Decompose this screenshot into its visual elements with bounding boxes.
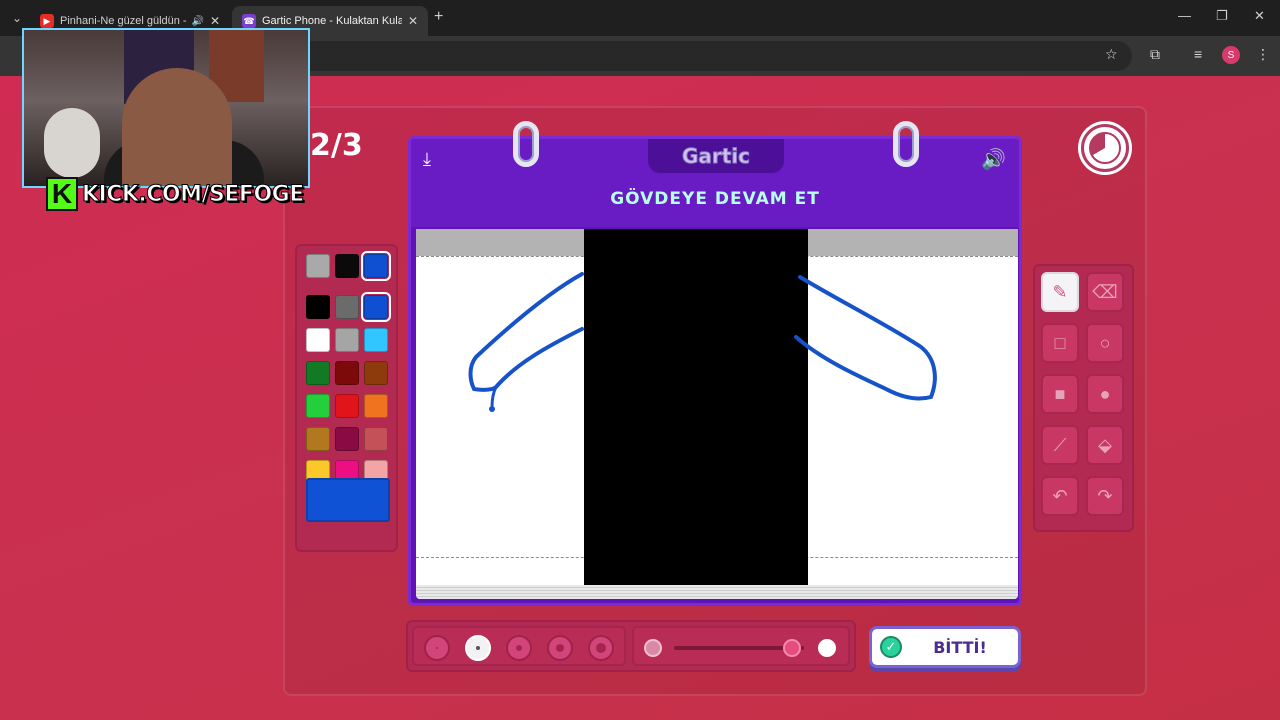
board-header: ⤓ Gartic 🔊 GÖVDEYE DEVAM ET <box>411 139 1019 227</box>
sound-icon[interactable]: 🔊 <box>981 147 1006 172</box>
black-body-shape <box>584 229 808 585</box>
extensions-icon[interactable]: ⧉ <box>1150 46 1160 63</box>
audio-playing-icon[interactable]: 🔊 <box>191 16 203 27</box>
close-icon[interactable]: ✕ <box>408 14 418 28</box>
restore-button[interactable]: ❐ <box>1216 8 1228 24</box>
color-swatch[interactable] <box>306 427 330 451</box>
redo-tool-button[interactable]: ↷ <box>1086 476 1124 516</box>
color-swatch[interactable] <box>335 394 359 418</box>
brush-size-option[interactable] <box>588 635 614 661</box>
ellipse-outline-tool-button[interactable]: ○ <box>1086 323 1124 363</box>
drawing-board: ⤓ Gartic 🔊 GÖVDEYE DEVAM ET <box>408 121 1022 606</box>
teddy-bear <box>44 108 100 178</box>
close-icon[interactable]: ✕ <box>210 14 220 28</box>
paper-pages-edge <box>416 585 1018 599</box>
brush-size-group <box>412 626 626 666</box>
opacity-min-icon <box>644 639 662 657</box>
webcam-overlay <box>22 28 310 188</box>
rectangle-outline-tool-button[interactable]: □ <box>1041 323 1079 363</box>
brush-size-option[interactable] <box>424 635 450 661</box>
fill-bucket-tool-button[interactable]: ⬙ <box>1086 425 1124 465</box>
gartic-logo: Gartic <box>648 139 784 173</box>
color-palette <box>295 244 398 552</box>
color-swatch[interactable] <box>335 361 359 385</box>
done-label: BİTTİ! <box>933 637 987 657</box>
round-counter: 2/3 <box>310 128 363 163</box>
rectangle-fill-tool-button[interactable]: ■ <box>1041 374 1079 414</box>
color-swatch[interactable] <box>364 328 388 352</box>
color-swatch[interactable] <box>306 394 330 418</box>
new-tab-button[interactable]: + <box>434 8 443 26</box>
color-swatch[interactable] <box>306 361 330 385</box>
brush-size-option[interactable] <box>506 635 532 661</box>
tab-title: Pinhani-Ne güzel güldün - <box>60 15 187 27</box>
tab-title: Gartic Phone - Kulaktan Kulağa <box>262 15 402 27</box>
left-arm-stroke <box>468 272 584 392</box>
minimize-button[interactable]: — <box>1178 8 1191 23</box>
color-swatch[interactable] <box>361 292 391 322</box>
eraser-tool-button[interactable]: ⌫ <box>1086 272 1124 312</box>
color-swatch[interactable] <box>306 328 330 352</box>
opacity-slider[interactable] <box>632 626 850 666</box>
download-icon[interactable]: ⤓ <box>423 149 445 171</box>
chevron-down-icon: ⌄ <box>11 11 23 25</box>
pencil-tool-button[interactable]: ✎ <box>1041 272 1079 312</box>
undo-tool-button[interactable]: ↶ <box>1041 476 1079 516</box>
binder-ring <box>893 121 919 167</box>
brush-size-option[interactable] <box>465 635 491 661</box>
more-menu-icon[interactable]: ⋮ <box>1256 46 1270 63</box>
color-swatch[interactable] <box>306 295 330 319</box>
kick-logo-icon: K <box>46 177 78 211</box>
media-controls-icon[interactable]: ≡ <box>1194 46 1202 62</box>
color-swatch[interactable] <box>364 427 388 451</box>
drawing-canvas[interactable] <box>416 229 1018 599</box>
kick-channel-text: KICK.COM/SEFOGE <box>82 181 305 207</box>
phone-icon: ☎ <box>242 14 256 28</box>
current-color-preview[interactable] <box>306 478 390 522</box>
color-swatch[interactable] <box>335 254 359 278</box>
drawing-prompt: GÖVDEYE DEVAM ET <box>610 189 820 209</box>
color-swatch[interactable] <box>335 328 359 352</box>
ellipse-fill-tool-button[interactable]: ● <box>1086 374 1124 414</box>
tool-panel: ✎ ⌫ □ ○ ■ ● ⟋ ⬙ ↶ ↷ <box>1033 264 1134 532</box>
youtube-icon: ▶ <box>40 14 54 28</box>
color-swatch[interactable] <box>361 251 391 281</box>
timer-icon <box>1081 124 1129 172</box>
brush-options-bar <box>406 620 856 672</box>
color-swatch[interactable] <box>364 361 388 385</box>
canvas-drawing <box>468 229 937 585</box>
color-swatch[interactable] <box>335 295 359 319</box>
brush-cursor-icon <box>489 406 495 412</box>
brush-size-option[interactable] <box>547 635 573 661</box>
streamer <box>122 68 232 186</box>
line-tool-button[interactable]: ⟋ <box>1041 425 1079 465</box>
right-arm-stroke <box>794 275 937 401</box>
window-close-button[interactable]: ✕ <box>1254 8 1265 24</box>
opacity-max-icon <box>818 639 836 657</box>
color-swatch[interactable] <box>335 427 359 451</box>
profile-avatar[interactable]: S <box>1222 46 1240 64</box>
done-button[interactable]: ✓ BİTTİ! <box>869 626 1021 668</box>
check-icon: ✓ <box>880 636 902 658</box>
slider-handle[interactable] <box>783 639 801 657</box>
bookmark-star-icon[interactable]: ☆ <box>1105 46 1118 63</box>
tab-search-button[interactable]: ⌄ <box>6 7 28 29</box>
kick-banner: K KICK.COM/SEFOGE <box>46 176 305 212</box>
binder-ring <box>513 121 539 167</box>
color-swatch[interactable] <box>364 394 388 418</box>
color-swatch[interactable] <box>306 254 330 278</box>
